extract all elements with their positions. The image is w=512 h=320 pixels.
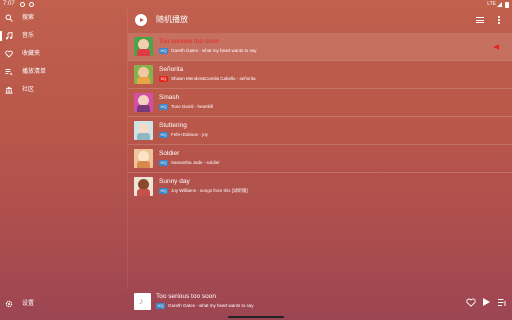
now-playing-title: Too serious too soon	[156, 293, 216, 300]
favorite-heart-icon[interactable]	[466, 298, 476, 307]
heart-icon	[5, 50, 13, 58]
quality-badge: HQ	[156, 303, 165, 309]
sidebar-item-label: 社区	[22, 87, 35, 93]
now-playing-artist-album: Gareth Gates - what my heart wants to sa…	[168, 303, 254, 308]
song-artist-album: Joy Williams - songs from this [试听版]	[171, 188, 248, 193]
music-icon	[5, 32, 13, 40]
song-row[interactable]: Señorita SQ Shawn Mendes&Camila Cabello …	[128, 61, 512, 88]
song-title: Sunny day	[159, 178, 190, 185]
song-row[interactable]: Sunny day HQ Joy Williams - songs from t…	[128, 173, 512, 200]
song-artist-album: Tone Damli - heartkill	[171, 104, 214, 109]
album-cover	[134, 177, 153, 196]
community-icon	[5, 86, 13, 94]
album-cover	[134, 93, 153, 112]
sidebar-item-favorites[interactable]: 收藏夹	[0, 46, 127, 62]
sync-icon	[29, 2, 34, 7]
song-artist-album: Samantha Jade - soldier	[171, 160, 220, 165]
status-time: 7:07	[3, 1, 15, 7]
more-options-icon[interactable]	[498, 16, 500, 24]
album-cover	[134, 37, 153, 56]
play-icon[interactable]	[483, 298, 490, 306]
now-playing-icon	[494, 44, 499, 50]
quality-badge: HQ	[159, 188, 168, 194]
song-title: Señorita	[159, 66, 184, 73]
sort-menu-icon[interactable]	[476, 17, 484, 23]
notification-icon	[20, 2, 25, 7]
signal-icon	[497, 2, 502, 7]
song-artist-album: Gareth Gates - what my heart wants to sa…	[171, 48, 257, 53]
album-cover	[134, 121, 153, 140]
shuffle-play-button[interactable]	[135, 14, 147, 26]
sidebar: 搜索 音乐 收藏夹 播放清单 社区 设置	[0, 9, 127, 320]
sidebar-item-playlists[interactable]: 播放清单	[0, 64, 127, 80]
sidebar-item-label: 播放清单	[22, 69, 47, 75]
quality-badge: HQ	[159, 48, 168, 54]
song-title: Smash	[159, 94, 180, 101]
sidebar-item-label: 收藏夹	[22, 51, 41, 57]
queue-list-icon[interactable]	[498, 298, 506, 307]
sidebar-item-community[interactable]: 社区	[0, 82, 127, 98]
sidebar-item-label: 音乐	[22, 33, 35, 39]
quality-badge: HQ	[159, 160, 168, 166]
gesture-home-bar[interactable]	[228, 316, 284, 318]
song-artist-album: Fefe+Dobson - joy	[171, 132, 208, 137]
song-artist-album: Shawn Mendes&Camila Cabello - señorita	[171, 76, 256, 81]
network-label: LTE	[487, 1, 496, 7]
song-title: Too serious too soon	[159, 38, 219, 45]
quality-badge: HQ	[159, 132, 168, 138]
now-playing-cover	[134, 293, 151, 310]
song-title: Soldier	[159, 150, 180, 157]
sidebar-item-music[interactable]: 音乐	[0, 28, 127, 44]
page-title: 随机播放	[156, 15, 188, 24]
sidebar-item-label: 搜索	[22, 15, 35, 21]
sidebar-item-search[interactable]: 搜索	[0, 10, 127, 26]
search-icon	[5, 14, 13, 22]
album-cover	[134, 65, 153, 84]
song-row[interactable]: Smash HQ Tone Damli - heartkill	[128, 89, 512, 116]
battery-icon	[505, 2, 509, 8]
album-cover	[134, 149, 153, 168]
song-list-panel: 随机播放 Too serious too soon HQ Gareth Gate…	[128, 9, 512, 289]
song-title: Stuttering	[159, 122, 187, 129]
status-bar: 7:07 LTE	[0, 0, 512, 9]
playlist-icon	[5, 69, 13, 76]
song-row[interactable]: Too serious too soon HQ Gareth Gates - w…	[128, 33, 512, 60]
song-row[interactable]: Stuttering HQ Fefe+Dobson - joy	[128, 117, 512, 144]
song-row[interactable]: Soldier HQ Samantha Jade - soldier	[128, 145, 512, 172]
quality-badge: HQ	[159, 104, 168, 110]
quality-badge: SQ	[159, 76, 168, 82]
